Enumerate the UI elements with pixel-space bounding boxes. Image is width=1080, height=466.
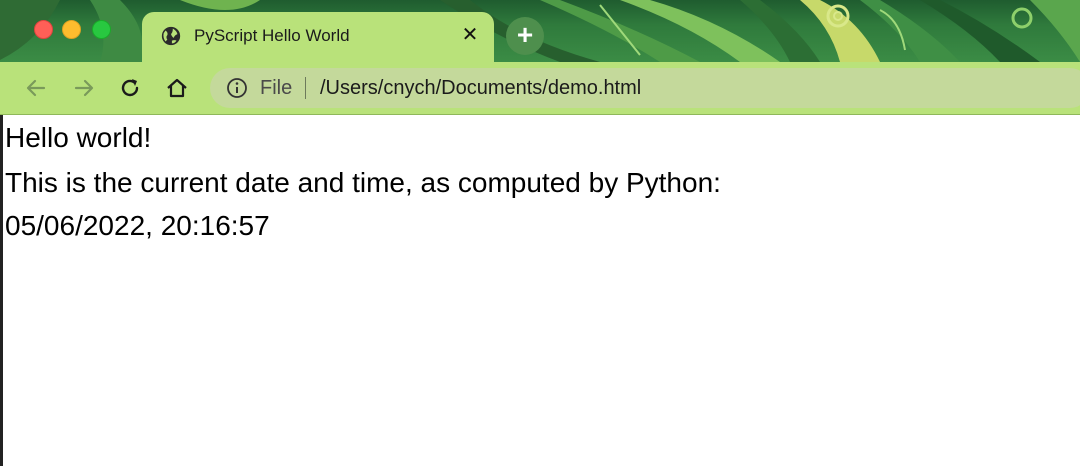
tab-title: PyScript Hello World bbox=[194, 26, 350, 45]
address-bar[interactable]: File /Users/cnych/Documents/demo.html bbox=[210, 68, 1080, 108]
close-window-button[interactable] bbox=[34, 20, 53, 39]
back-arrow-icon bbox=[26, 79, 46, 97]
reload-button[interactable] bbox=[116, 74, 144, 102]
address-divider bbox=[305, 77, 306, 99]
tab-strip: PyScript Hello World ✕ + bbox=[0, 0, 1080, 62]
home-icon bbox=[167, 78, 187, 98]
browser-window: PyScript Hello World ✕ + File /Users/cny… bbox=[0, 0, 1080, 466]
tab-pyscript-hello-world[interactable]: PyScript Hello World ✕ bbox=[142, 12, 494, 62]
greeting-text: Hello world! bbox=[5, 122, 152, 153]
minimize-window-button[interactable] bbox=[62, 20, 81, 39]
zoom-window-button[interactable] bbox=[92, 20, 111, 39]
close-tab-icon[interactable]: ✕ bbox=[458, 23, 482, 47]
back-button[interactable] bbox=[22, 74, 50, 102]
globe-icon bbox=[161, 26, 181, 46]
description-text: This is the current date and time, as co… bbox=[5, 167, 721, 198]
datetime-text: 05/06/2022, 20:16:57 bbox=[5, 210, 270, 241]
url-text[interactable]: /Users/cnych/Documents/demo.html bbox=[320, 76, 641, 100]
page-content: Hello world! This is the current date an… bbox=[0, 115, 1080, 466]
info-icon[interactable] bbox=[226, 77, 248, 99]
forward-arrow-icon bbox=[74, 79, 94, 97]
reload-icon bbox=[121, 79, 139, 97]
toolbar: File /Users/cnych/Documents/demo.html bbox=[0, 62, 1080, 115]
new-tab-button[interactable]: + bbox=[506, 17, 544, 55]
url-scheme-label: File bbox=[260, 77, 293, 99]
home-button[interactable] bbox=[163, 74, 191, 102]
forward-button[interactable] bbox=[70, 74, 98, 102]
